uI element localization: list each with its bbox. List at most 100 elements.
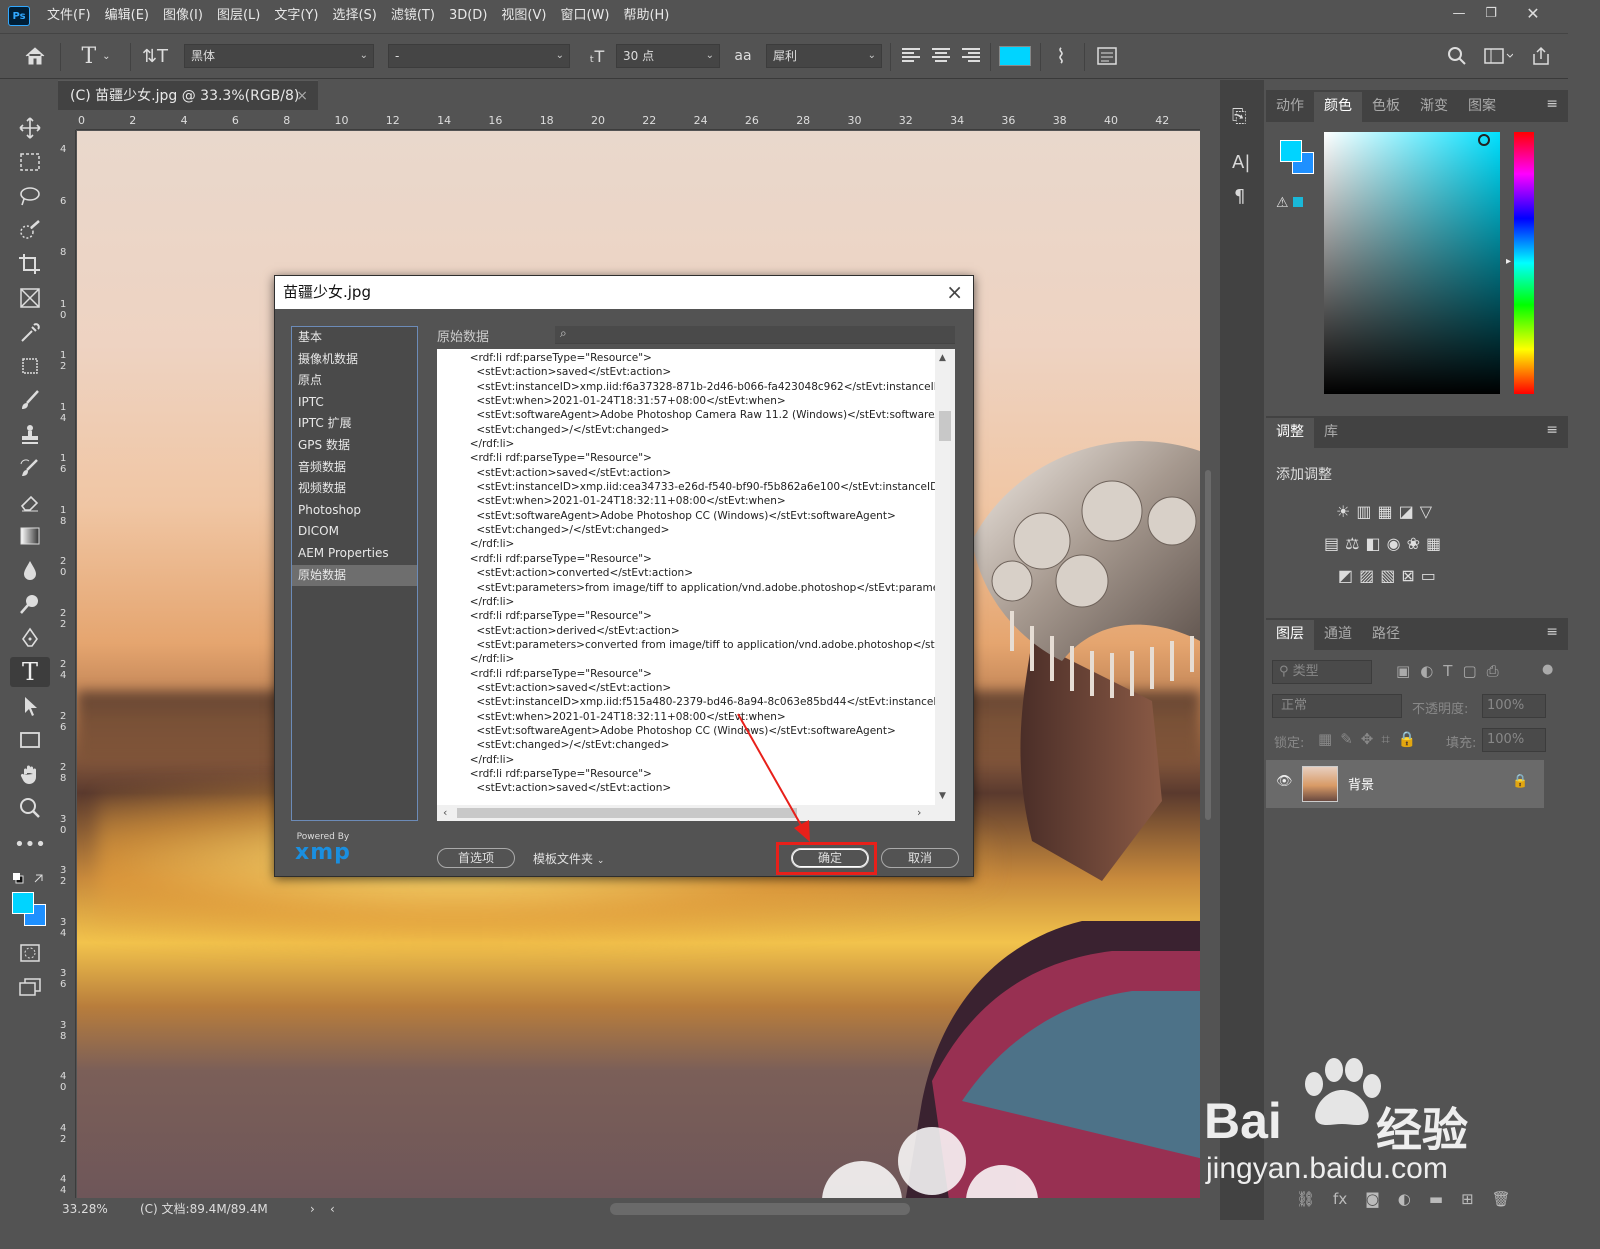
warp-text-icon[interactable]: ⌇ — [1046, 41, 1076, 71]
menu-item[interactable]: 编辑(E) — [98, 0, 156, 32]
healing-brush-tool-icon[interactable] — [10, 351, 50, 381]
status-menu-arrow-icon[interactable]: › — [310, 1198, 315, 1220]
xml-vertical-scrollbar[interactable]: ▲ ▼ — [935, 349, 955, 805]
opacity-field[interactable]: 100% — [1482, 694, 1546, 718]
pen-tool-icon[interactable] — [10, 623, 50, 653]
photo-filter-icon[interactable]: ◉ — [1387, 534, 1401, 553]
eyedropper-tool-icon[interactable] — [10, 317, 50, 347]
panel-tab[interactable]: 颜色 — [1314, 92, 1362, 122]
sidebar-item[interactable]: GPS 数据 — [292, 435, 417, 457]
document-tab[interactable]: (C) 苗疆少女.jpg @ 33.3%(RGB/8) × — [58, 80, 318, 110]
toggle-orientation-icon[interactable]: ⇅T — [140, 41, 170, 71]
menu-item[interactable]: 文件(F) — [40, 0, 98, 32]
lock-all-icon[interactable]: 🔒 — [1398, 730, 1417, 748]
close-tab-icon[interactable]: × — [296, 81, 308, 111]
gradient-tool-icon[interactable] — [10, 521, 50, 551]
filter-toggle-icon[interactable]: ● — [1542, 662, 1553, 677]
menu-item[interactable]: 图像(I) — [156, 0, 210, 32]
invert-icon[interactable]: ◩ — [1338, 566, 1353, 585]
filter-pixel-icon[interactable]: ▣ — [1396, 662, 1410, 680]
panel-tab[interactable]: 图案 — [1458, 92, 1506, 122]
screen-mode-icon[interactable] — [10, 972, 50, 1002]
path-selection-tool-icon[interactable] — [10, 691, 50, 721]
panel-tab[interactable]: 动作 — [1266, 92, 1314, 122]
eraser-tool-icon[interactable] — [10, 487, 50, 517]
menu-item[interactable]: 帮助(H) — [616, 0, 676, 32]
filter-smart-icon[interactable]: ⎙ — [1487, 662, 1499, 680]
add-mask-icon[interactable]: ◙ — [1365, 1190, 1380, 1208]
color-balance-icon[interactable]: ⚖ — [1345, 534, 1359, 553]
workspace-icon[interactable] — [1478, 41, 1518, 71]
channel-mixer-icon[interactable]: ❀ — [1407, 534, 1420, 553]
panel-menu-icon[interactable]: ≡ — [1546, 624, 1558, 640]
move-tool-icon[interactable] — [10, 113, 50, 143]
menu-item[interactable]: 滤镜(T) — [384, 0, 442, 32]
cancel-button[interactable]: 取消 — [881, 848, 959, 868]
history-panel-icon[interactable]: ⎘ — [1232, 106, 1246, 127]
menu-item[interactable]: 图层(L) — [210, 0, 267, 32]
fill-field[interactable]: 100% — [1482, 728, 1546, 752]
delete-layer-icon[interactable]: 🗑 — [1492, 1190, 1511, 1208]
color-swatch-icon[interactable] — [1278, 138, 1318, 178]
panel-menu-icon[interactable]: ≡ — [1546, 422, 1558, 438]
share-icon[interactable] — [1526, 41, 1556, 71]
crop-tool-icon[interactable] — [10, 249, 50, 279]
layer-style-icon[interactable]: fx — [1333, 1190, 1347, 1208]
sidebar-item[interactable]: 摄像机数据 — [292, 349, 417, 371]
sidebar-item[interactable]: 视频数据 — [292, 478, 417, 500]
hue-slider[interactable] — [1514, 132, 1534, 394]
templates-folder-dropdown[interactable]: 模板文件夹 ⌄ — [533, 850, 604, 867]
home-icon[interactable] — [18, 41, 52, 71]
curves-icon[interactable]: ▦ — [1377, 502, 1392, 521]
dodge-tool-icon[interactable] — [10, 589, 50, 619]
vibrance-icon[interactable]: ▽ — [1420, 502, 1432, 521]
new-group-icon[interactable]: ▬ — [1429, 1190, 1443, 1208]
type-tool-preset-icon[interactable]: T ⌄ — [70, 41, 122, 71]
sidebar-item[interactable]: 基本 — [292, 327, 417, 349]
character-panel-icon[interactable]: A| — [1232, 152, 1250, 173]
sidebar-item[interactable]: Photoshop — [292, 500, 417, 522]
color-lookup-icon[interactable]: ▦ — [1426, 534, 1441, 553]
menu-item[interactable]: 文字(Y) — [267, 0, 325, 32]
panel-tab[interactable]: 通道 — [1314, 620, 1362, 650]
sidebar-item[interactable]: IPTC — [292, 392, 417, 414]
horizontal-scrollbar[interactable] — [610, 1203, 910, 1215]
history-brush-tool-icon[interactable] — [10, 453, 50, 483]
exposure-icon[interactable]: ◪ — [1399, 502, 1414, 521]
lock-position-icon[interactable]: ✥ — [1361, 730, 1374, 748]
font-family-select[interactable]: 黑体 ⌄ — [184, 44, 374, 68]
align-center-icon[interactable] — [928, 41, 954, 71]
vertical-scrollbar[interactable] — [1201, 130, 1215, 1198]
panel-tab[interactable]: 色板 — [1362, 92, 1410, 122]
brush-tool-icon[interactable] — [10, 385, 50, 415]
zoom-level[interactable]: 33.28% — [62, 1198, 108, 1220]
new-layer-icon[interactable]: ⊞ — [1461, 1190, 1474, 1208]
foreground-background-colors[interactable] — [10, 890, 50, 930]
paragraph-panel-icon[interactable]: ¶ — [1234, 186, 1245, 207]
menu-item[interactable]: 选择(S) — [325, 0, 383, 32]
lock-pixels-icon[interactable]: ✎ — [1340, 730, 1353, 748]
sidebar-item[interactable]: AEM Properties — [292, 543, 417, 565]
panel-tab[interactable]: 图层 — [1266, 620, 1314, 650]
posterize-icon[interactable]: ▨ — [1359, 566, 1374, 585]
preferences-button[interactable]: 首选项 — [437, 848, 515, 868]
blur-tool-icon[interactable] — [10, 555, 50, 585]
more-tools-icon[interactable]: ••• — [10, 829, 50, 859]
quick-mask-icon[interactable] — [10, 938, 50, 968]
hue-saturation-icon[interactable]: ▤ — [1324, 534, 1339, 553]
raw-xml-view[interactable]: <rdf:li rdf:parseType="Resource"> <stEvt… — [437, 349, 955, 821]
maximize-button[interactable]: ❐ — [1470, 0, 1512, 26]
font-style-select[interactable]: - ⌄ — [388, 44, 570, 68]
type-tool-icon[interactable]: T — [10, 657, 50, 687]
antialias-select[interactable]: 犀利 ⌄ — [766, 44, 882, 68]
new-adjustment-icon[interactable]: ◐ — [1398, 1190, 1411, 1208]
quick-select-tool-icon[interactable] — [10, 215, 50, 245]
close-window-button[interactable]: ✕ — [1512, 0, 1554, 26]
gamut-warning-icon[interactable]: ⚠ — [1276, 195, 1303, 211]
selective-color-icon[interactable]: ⊠ — [1401, 566, 1414, 585]
sidebar-item[interactable]: IPTC 扩展 — [292, 413, 417, 435]
hand-tool-icon[interactable] — [10, 759, 50, 789]
gradient-map-icon[interactable]: ▭ — [1421, 566, 1436, 585]
panel-tab[interactable]: 路径 — [1362, 620, 1410, 650]
panel-tab[interactable]: 渐变 — [1410, 92, 1458, 122]
